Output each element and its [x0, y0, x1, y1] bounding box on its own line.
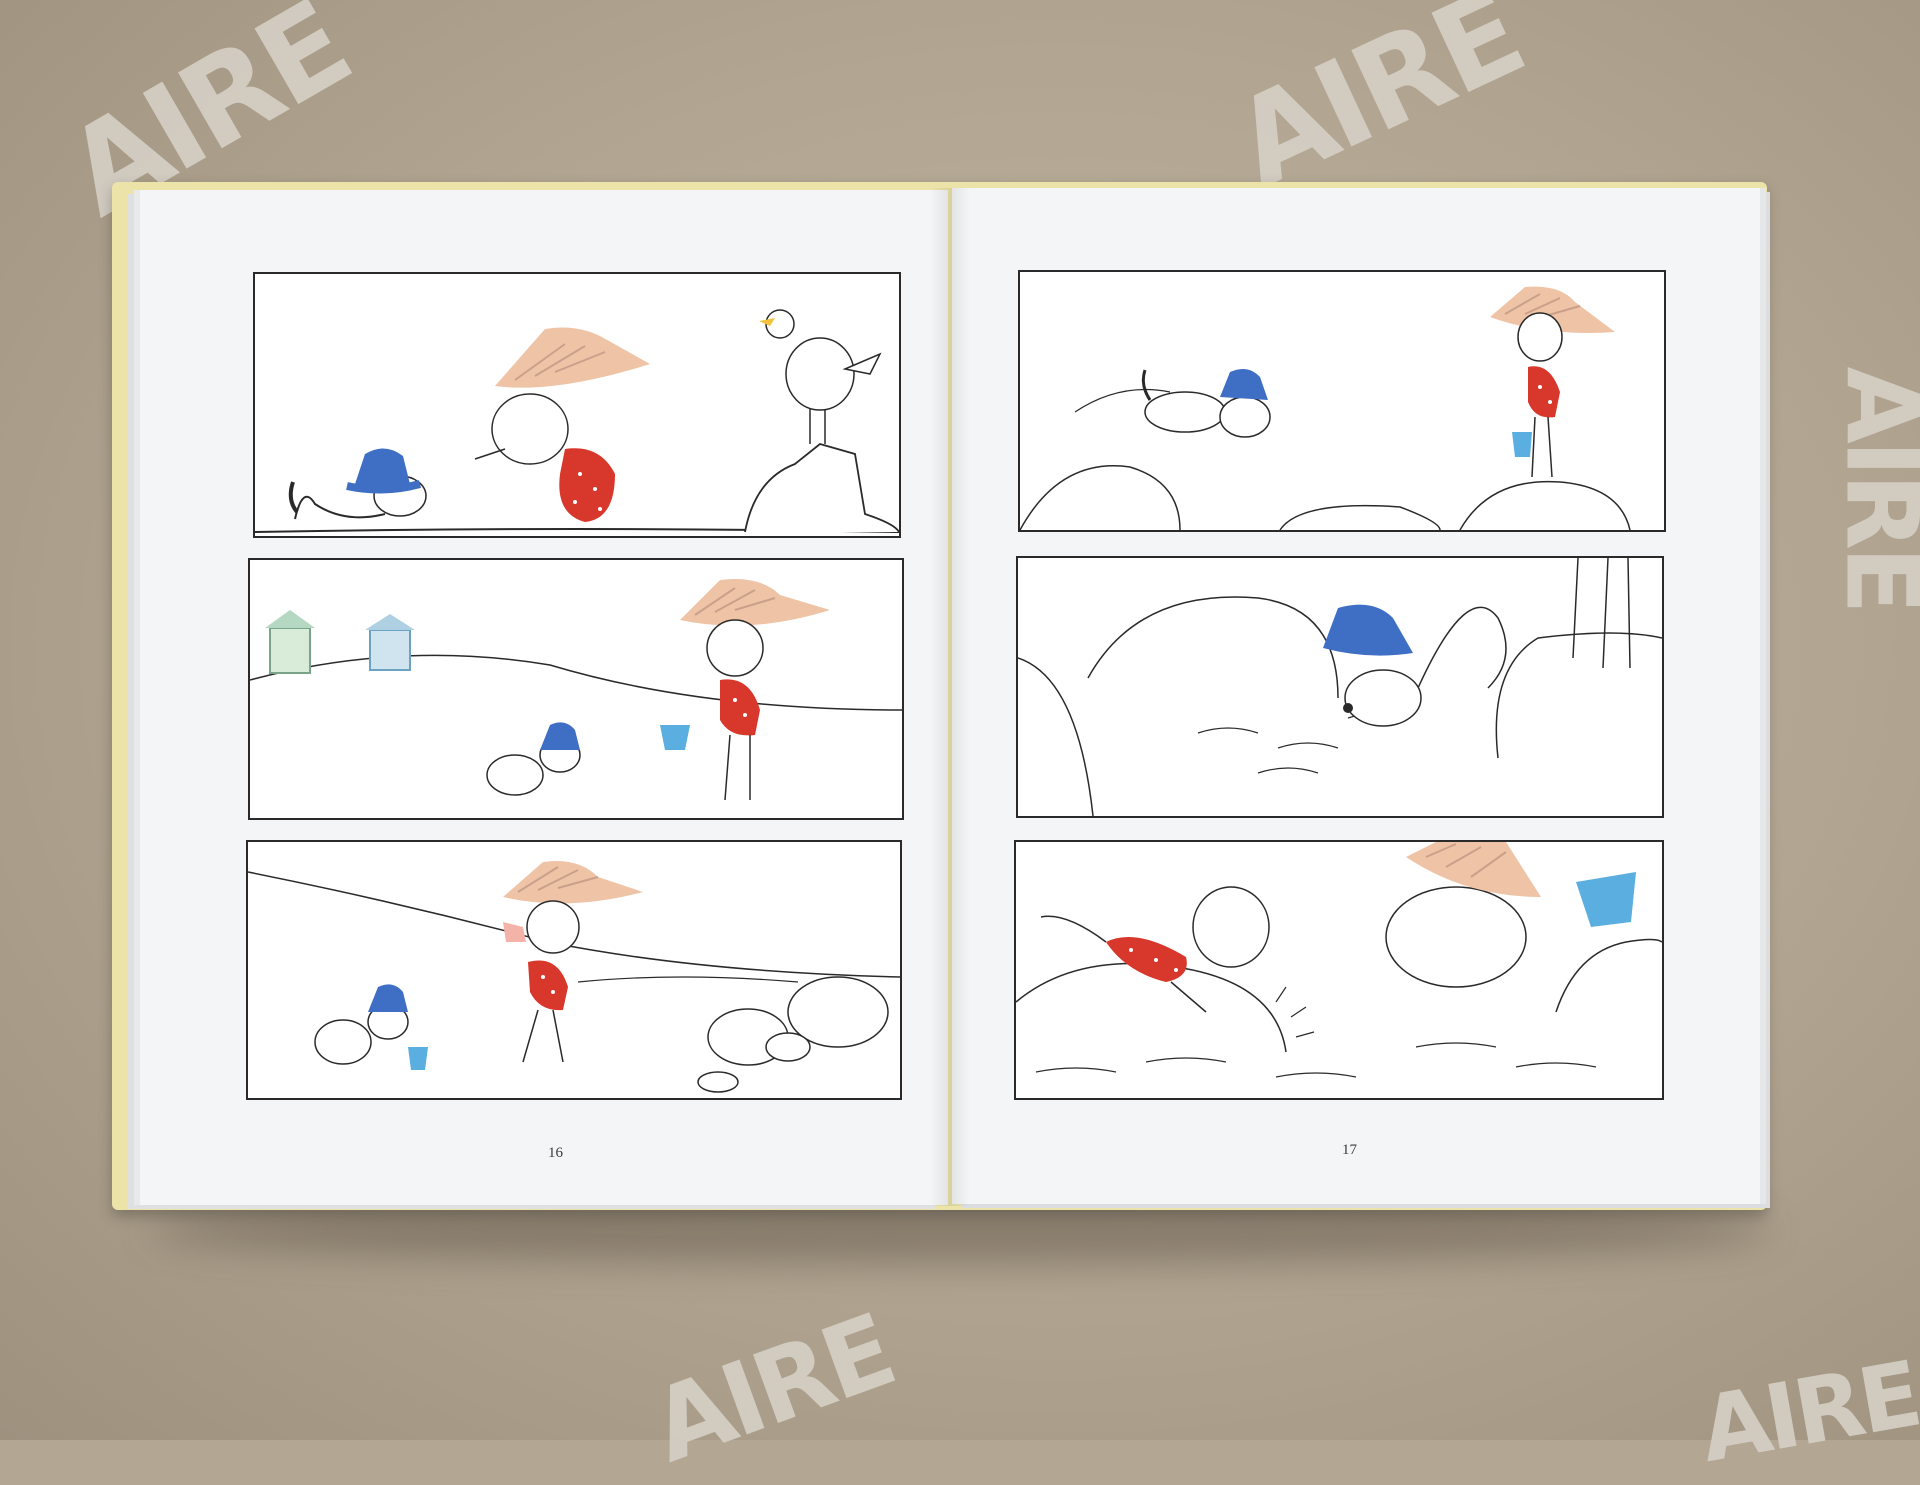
mat-lettering: AIRE	[1823, 366, 1920, 611]
page-number-left: 16	[548, 1145, 563, 1161]
panel-2-illustration	[250, 579, 902, 801]
comic-panel-2	[248, 558, 904, 820]
comic-panel-6	[1014, 840, 1664, 1100]
right-page: 17	[952, 188, 1760, 1204]
panel-6-illustration	[1016, 842, 1662, 1078]
panel-5-illustration	[1018, 558, 1662, 816]
page-number-right: 17	[1342, 1142, 1357, 1158]
comic-panel-1	[253, 272, 901, 538]
panel-3-illustration	[248, 861, 900, 1093]
comic-panel-4	[1018, 270, 1666, 532]
panel-4-illustration	[1020, 286, 1631, 530]
book-gutter	[930, 188, 970, 1206]
comic-panel-5	[1016, 556, 1664, 818]
panel-1-illustration	[255, 309, 899, 533]
comic-panel-3	[246, 840, 902, 1100]
left-page: 16	[140, 190, 948, 1205]
